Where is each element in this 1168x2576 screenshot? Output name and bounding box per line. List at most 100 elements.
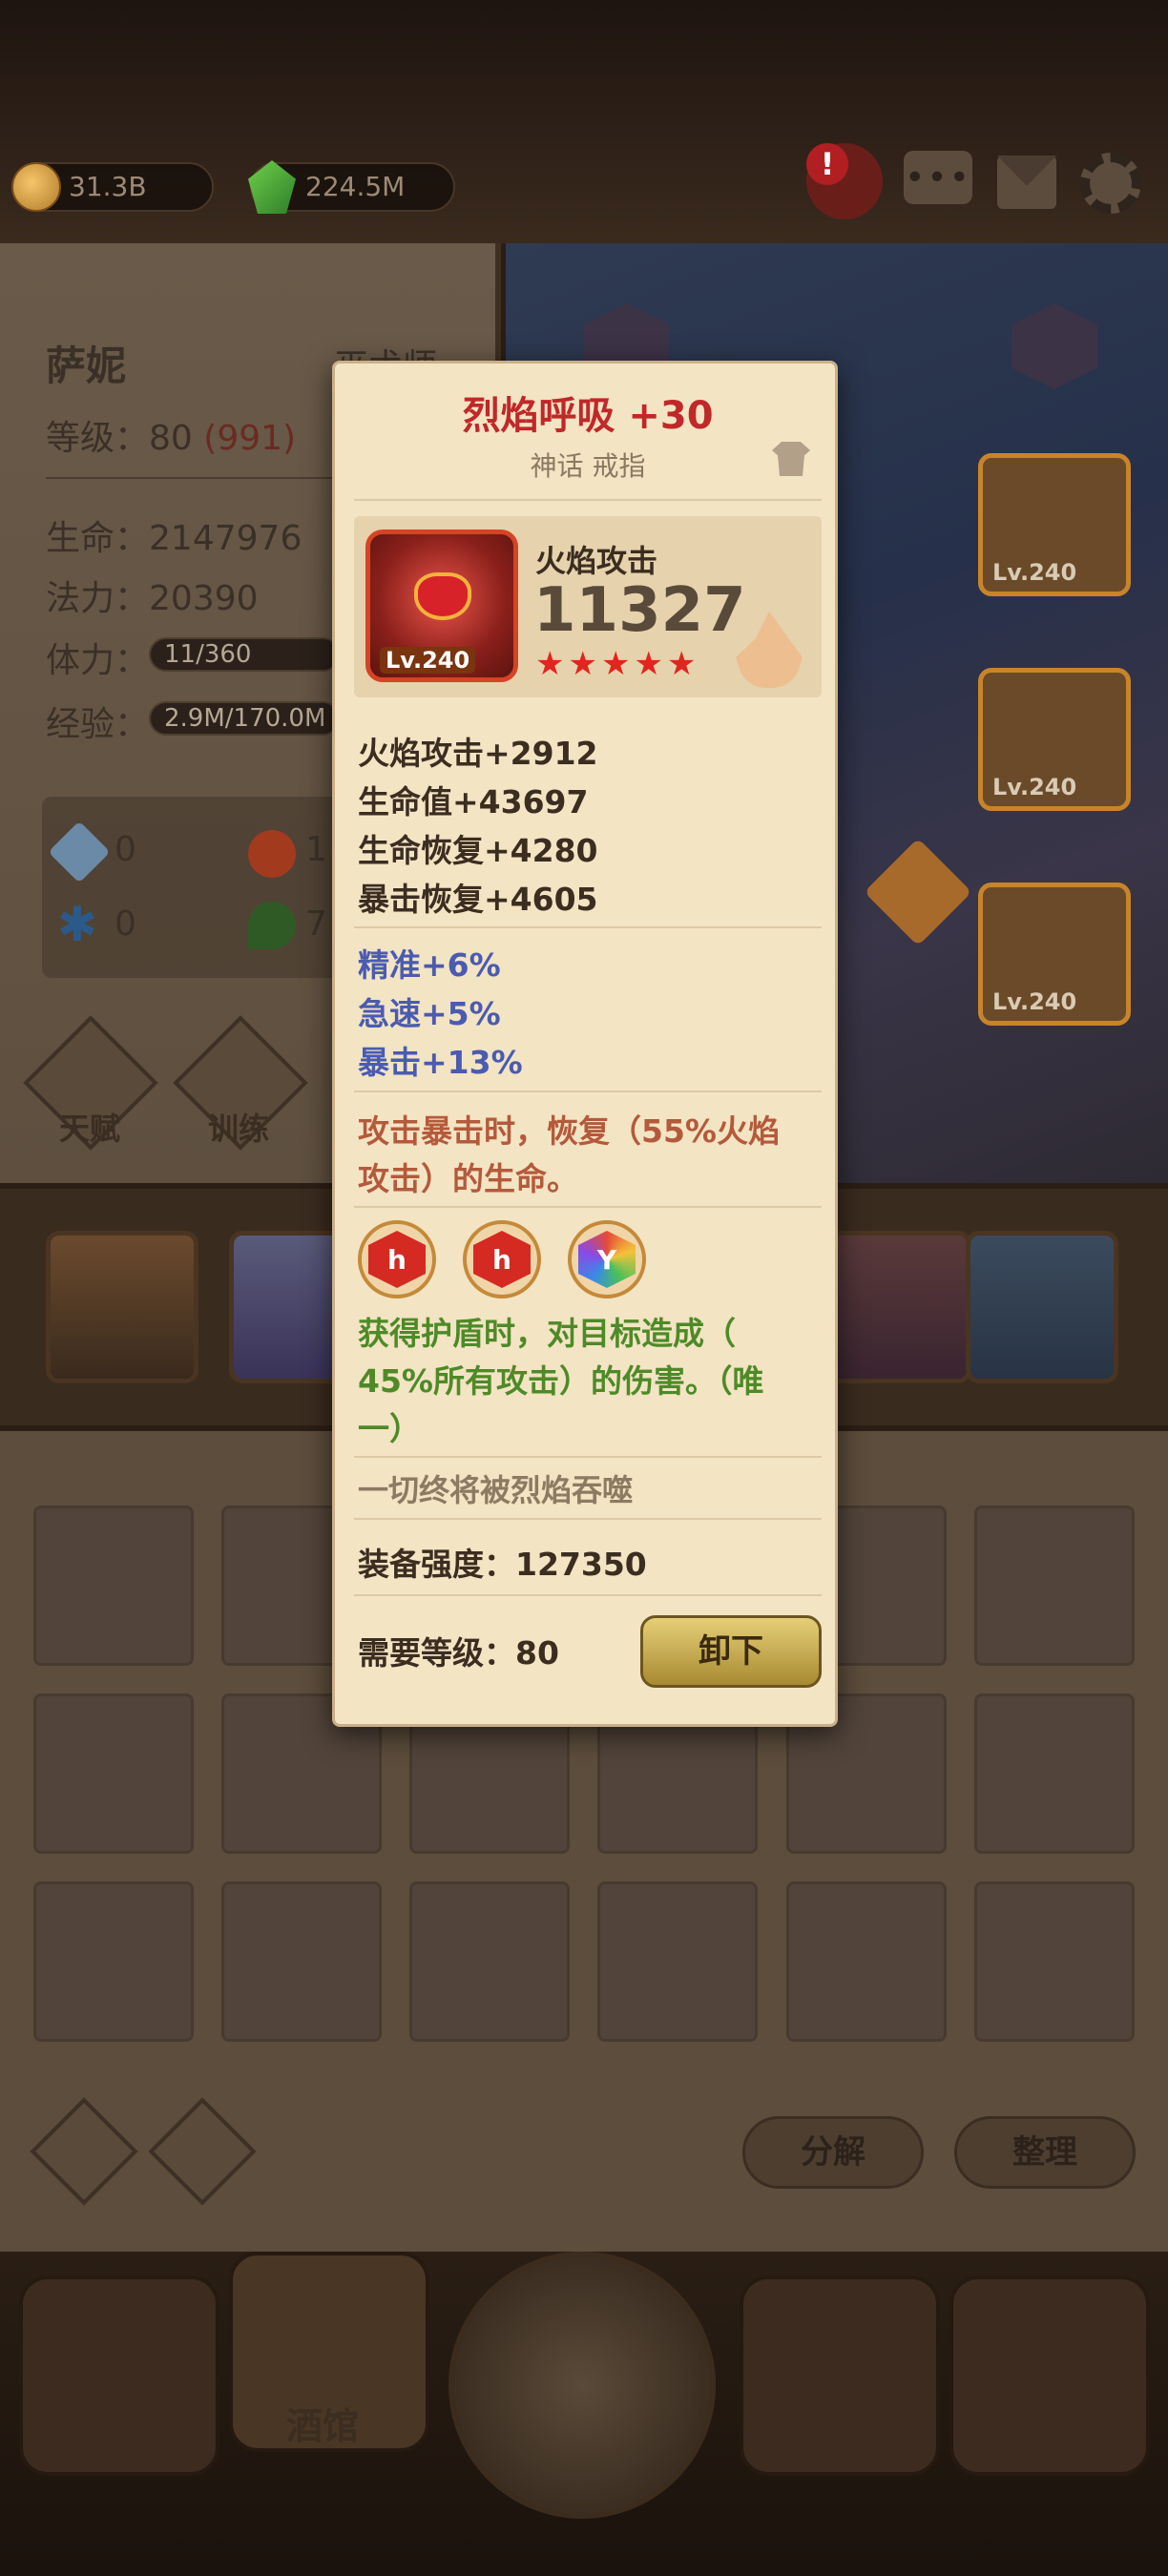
star-icon: ★ (634, 645, 663, 683)
nav-forge[interactable] (949, 2275, 1150, 2476)
substat-line: 急速+5% (358, 995, 501, 1032)
chat-icon[interactable]: ••• (904, 151, 972, 204)
talent-label: 天赋 (59, 1111, 121, 1147)
substat-line: 精准+6% (358, 946, 501, 984)
mana-label: 法力： (46, 579, 150, 618)
stamina-label: 体力： (46, 641, 150, 680)
required-level-label: 需要等级： (358, 1634, 515, 1672)
inventory-slot[interactable] (974, 1881, 1135, 2042)
attr-snow-value: 0 (115, 904, 136, 944)
exp-bar: 2.9M/170.0M (149, 701, 340, 736)
item-rarity-type: 神话 戒指 (530, 450, 646, 482)
hero-card[interactable] (46, 1231, 198, 1383)
inventory-slot[interactable] (786, 1881, 947, 2042)
nav-home[interactable] (19, 2275, 219, 2476)
snowflake-icon: ✱ (57, 897, 97, 952)
sort-button[interactable]: 整理 (954, 2116, 1136, 2189)
inventory-slot[interactable] (409, 1881, 570, 2042)
item-detail-popup: 烈焰呼吸 +30 神话 戒指 Lv.240 火焰攻击 11327 ★ ★ ★ ★… (332, 361, 838, 1727)
inventory-slot[interactable] (33, 1881, 194, 2042)
inventory-slot[interactable] (33, 1506, 194, 1666)
hp-value: 2147976 (149, 519, 302, 558)
inventory-slot[interactable] (974, 1506, 1135, 1666)
star-rating: ★ ★ ★ ★ ★ (535, 648, 696, 680)
divider (354, 499, 822, 501)
effect-crit-heal-line2: 攻击）的生命。 (358, 1160, 578, 1197)
flavor-text: 一切终将被烈焰吞噬 (358, 1472, 634, 1508)
star-icon: ★ (568, 645, 597, 683)
stat-line: 暴击恢复+4605 (358, 881, 598, 918)
hero-card[interactable] (819, 1231, 971, 1383)
star-icon: ★ (666, 645, 697, 683)
attr-sword-value: 0 (115, 830, 136, 869)
gem-sockets: h h Y (358, 1220, 646, 1298)
main-stat-value: 11327 (533, 575, 746, 646)
attr-fire-value: 1 (305, 830, 327, 869)
inventory-slot[interactable] (974, 1693, 1135, 1854)
hero-card[interactable] (966, 1231, 1118, 1383)
inventory-slot[interactable] (597, 1881, 758, 2042)
divider (354, 1091, 822, 1092)
hp-label: 生命： (46, 519, 150, 558)
stamina-value: 11/360 (164, 640, 252, 669)
nav-shop[interactable] (740, 2275, 940, 2476)
train-label: 训练 (208, 1111, 270, 1147)
ring-item-icon: Lv.240 (365, 530, 518, 682)
star-icon: ★ (535, 645, 565, 683)
gem-socket[interactable]: h (358, 1220, 436, 1298)
level-label: 等级： (46, 419, 150, 458)
substat-line: 暴击+13% (358, 1044, 523, 1081)
hp-row: 生命：2147976 (46, 510, 302, 560)
leaf-icon (248, 902, 296, 949)
divider (354, 1206, 822, 1208)
gold-amount: 31.3B (69, 171, 147, 202)
gold-coin-icon (11, 162, 61, 212)
rainbow-gem-icon: Y (578, 1231, 636, 1288)
divider (46, 477, 332, 479)
level-value: 80 (149, 419, 193, 458)
exp-value: 2.9M/170.0M (164, 704, 326, 733)
item-title: 烈焰呼吸 +30 (462, 394, 714, 438)
equip-slot-book[interactable]: Lv.240 (978, 883, 1131, 1026)
mana-row: 法力：20390 (46, 571, 259, 620)
item-level: Lv.240 (380, 647, 476, 674)
star-icon: ★ (600, 645, 631, 683)
divider (354, 1594, 822, 1596)
attr-leaf-value: 7 (305, 904, 327, 944)
level-extra: (991) (203, 419, 297, 458)
exp-label: 经验： (46, 705, 150, 744)
nav-adventure[interactable] (448, 2252, 716, 2519)
inventory-slot[interactable] (33, 1693, 194, 1854)
alert-icon[interactable]: ! (806, 143, 883, 219)
fire-icon (248, 830, 296, 878)
divider (354, 926, 822, 928)
equip-slot-ring[interactable]: Lv.240 (978, 453, 1131, 596)
effect-shield-line3: 一） (358, 1410, 421, 1447)
decompose-button[interactable]: 分解 (742, 2116, 924, 2189)
power-row: 装备强度：127350 (358, 1539, 647, 1585)
nav-tavern-label: 酒馆 (286, 2405, 360, 2447)
mana-value: 20390 (149, 579, 259, 618)
stat-line: 生命值+43697 (358, 783, 589, 821)
stat-line: 生命恢复+4280 (358, 832, 598, 869)
divider (354, 1456, 822, 1458)
stamina-bar: 11/360 (149, 637, 340, 672)
mail-icon[interactable] (997, 156, 1056, 209)
gem-socket[interactable]: Y (568, 1220, 646, 1298)
equip-slot-level: Lv.240 (992, 559, 1077, 586)
effect-shield-line2: 45%所有攻击）的伤害。（唯 (358, 1362, 764, 1400)
effect-crit-heal-line1: 攻击暴击时，恢复（55%火焰 (358, 1112, 780, 1150)
equip-slot-level: Lv.240 (992, 774, 1077, 800)
effect-shield-line1: 获得护盾时，对目标造成（ (358, 1315, 736, 1352)
gear-icon[interactable] (1080, 153, 1141, 214)
red-gem-icon: h (473, 1231, 531, 1288)
gem-socket[interactable]: h (463, 1220, 541, 1298)
item-header: Lv.240 火焰攻击 11327 ★ ★ ★ ★ ★ (354, 516, 822, 697)
unequip-button[interactable]: 卸下 (640, 1615, 822, 1688)
divider (354, 1518, 822, 1520)
equip-slot-armor[interactable]: Lv.240 (978, 668, 1131, 811)
inventory-slot[interactable] (221, 1881, 382, 2042)
required-level-value: 80 (515, 1634, 559, 1672)
alert-badge: ! (806, 143, 848, 185)
level-row: 等级：80 (991) (46, 410, 296, 460)
